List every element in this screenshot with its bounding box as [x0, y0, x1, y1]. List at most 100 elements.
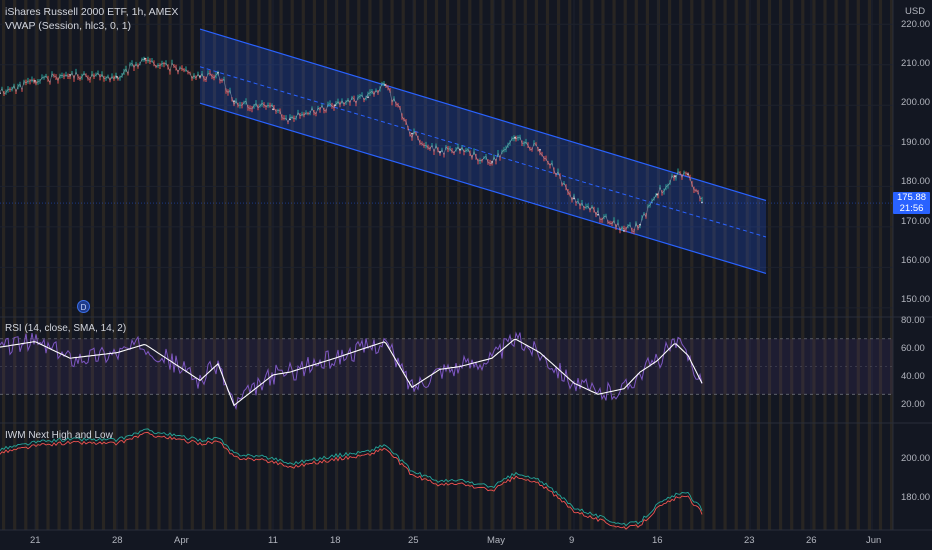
- price-point: [411, 132, 413, 135]
- dividend-marker[interactable]: D: [77, 300, 90, 313]
- price-axis-label: 180.00: [901, 176, 931, 187]
- session-band: [479, 0, 483, 530]
- session-band: [501, 0, 505, 530]
- session-band: [24, 0, 28, 530]
- session-band: [446, 0, 450, 530]
- price-axis-label: 190.00: [901, 137, 931, 148]
- price-point: [384, 84, 386, 86]
- currency-label[interactable]: USD: [905, 6, 925, 17]
- session-band: [590, 0, 594, 530]
- rsi-axis-label: 80.00: [901, 315, 925, 326]
- price-point: [491, 161, 493, 163]
- last-price-tag: 175.88 21:56: [893, 192, 930, 214]
- vwap-indicator-label[interactable]: VWAP (Session, hlc3, 0, 1): [5, 20, 131, 32]
- session-band: [612, 0, 616, 530]
- nhl-axis-label: 180.00: [901, 492, 931, 503]
- session-band: [701, 0, 705, 530]
- price-point: [539, 148, 541, 151]
- time-axis-label: 26: [806, 535, 817, 546]
- session-band: [124, 0, 128, 530]
- nhl-axis-label: 200.00: [901, 453, 931, 464]
- session-band: [601, 0, 605, 530]
- session-band: [823, 0, 827, 530]
- price-point: [459, 148, 461, 151]
- session-band: [867, 0, 871, 530]
- rsi-indicator-label[interactable]: RSI (14, close, SMA, 14, 2): [5, 323, 126, 334]
- session-band: [767, 0, 772, 530]
- session-band: [790, 0, 794, 530]
- time-axis-label: 9: [569, 535, 575, 546]
- session-band: [113, 0, 117, 530]
- price-point: [116, 76, 118, 78]
- chart-canvas[interactable]: [0, 0, 932, 550]
- time-axis-label: 25: [408, 535, 419, 546]
- price-axis-label: 170.00: [901, 216, 931, 227]
- session-band: [490, 0, 494, 530]
- rsi-axis-label: 20.00: [901, 399, 925, 410]
- price-point: [597, 213, 599, 216]
- price-axis-label: 160.00: [901, 255, 931, 266]
- time-axis-label: 11: [268, 535, 278, 546]
- time-axis-label: 16: [652, 535, 663, 546]
- session-band: [512, 0, 516, 530]
- session-band: [434, 0, 439, 530]
- price-point: [69, 74, 71, 76]
- session-band: [679, 0, 683, 530]
- session-band: [545, 0, 550, 530]
- session-band: [468, 0, 472, 530]
- session-band: [623, 0, 627, 530]
- session-band: [557, 0, 561, 530]
- price-point: [439, 151, 441, 153]
- price-point: [639, 223, 641, 226]
- session-band: [401, 0, 405, 530]
- rsi-axis-label: 40.00: [901, 371, 925, 382]
- session-band: [845, 0, 849, 530]
- price-point: [272, 108, 274, 111]
- price-point: [514, 136, 516, 139]
- session-band: [690, 0, 694, 530]
- session-band: [634, 0, 638, 530]
- session-band: [834, 0, 838, 530]
- time-axis-label: 21: [30, 535, 41, 546]
- session-band: [812, 0, 816, 530]
- session-band: [645, 0, 649, 530]
- session-band: [779, 0, 783, 530]
- time-axis-label: Jun: [866, 535, 882, 546]
- time-axis-label: 28: [112, 535, 123, 546]
- price-axis-label: 150.00: [901, 294, 931, 305]
- session-band: [157, 0, 161, 530]
- price-point: [34, 80, 36, 82]
- price-point: [289, 118, 291, 121]
- time-axis-label: May: [487, 535, 505, 546]
- last-price: 175.88: [896, 192, 927, 203]
- session-band: [2, 0, 6, 530]
- session-band: [856, 0, 860, 530]
- session-band: [135, 0, 139, 530]
- session-band: [90, 0, 94, 530]
- price-point: [144, 57, 146, 60]
- price-point: [656, 193, 658, 196]
- session-band: [712, 0, 716, 530]
- nhl-indicator-label[interactable]: IWM Next High and Low: [5, 430, 113, 441]
- session-band: [13, 0, 17, 530]
- price-point: [674, 175, 676, 178]
- price-axis-label: 210.00: [901, 58, 931, 69]
- session-band: [523, 0, 527, 530]
- price-point: [573, 197, 575, 200]
- bar-countdown: 21:56: [899, 203, 924, 214]
- session-band: [579, 0, 583, 530]
- price-point: [233, 100, 235, 103]
- price-point: [334, 104, 336, 107]
- session-band: [723, 0, 727, 530]
- price-point: [623, 230, 625, 232]
- time-axis-label: Apr: [174, 535, 189, 546]
- next-high-low-pane: [0, 428, 703, 530]
- chart-title[interactable]: iShares Russell 2000 ETF, 1h, AMEX: [5, 6, 178, 18]
- price-point: [199, 76, 201, 78]
- time-axis-label: 23: [744, 535, 755, 546]
- price-point: [367, 96, 369, 99]
- session-band: [168, 0, 172, 530]
- price-point: [217, 71, 219, 74]
- rsi-axis-label: 60.00: [901, 343, 925, 354]
- session-band: [534, 0, 538, 530]
